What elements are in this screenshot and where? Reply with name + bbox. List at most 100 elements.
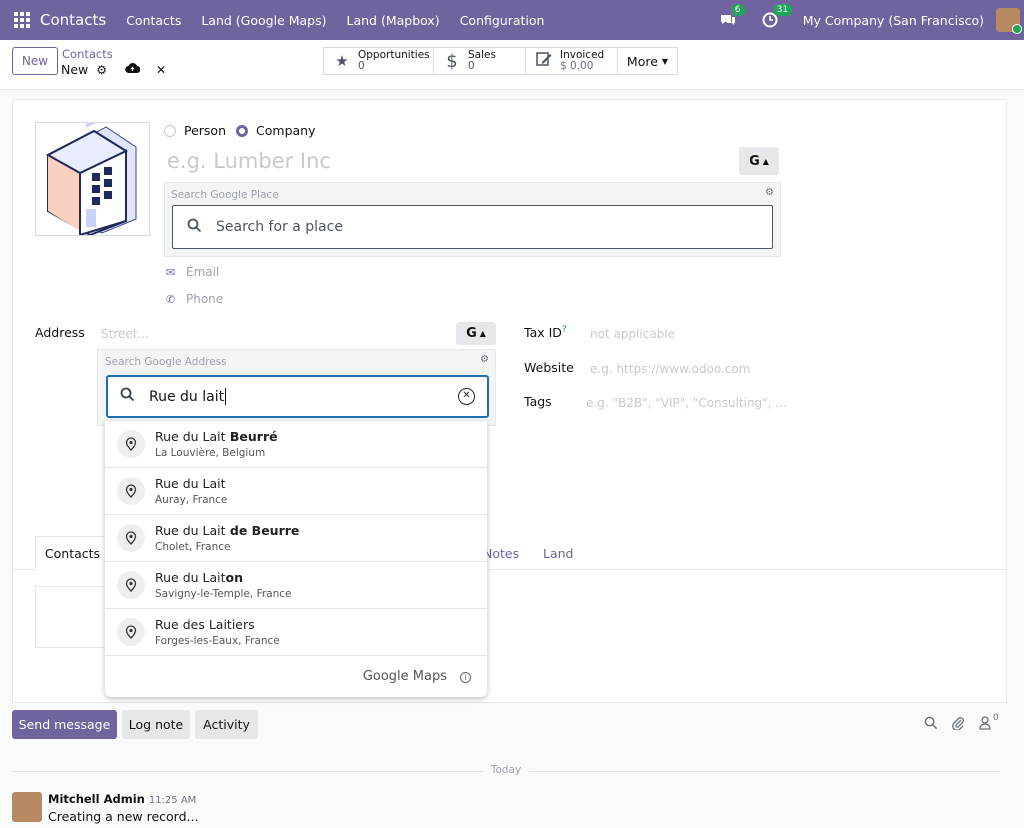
dollar-icon: $ xyxy=(446,50,458,72)
street-input[interactable]: Street... xyxy=(101,327,149,341)
company-image[interactable] xyxy=(35,104,150,237)
followers-count: 0 xyxy=(993,713,999,723)
tax-id-input[interactable]: not applicable xyxy=(590,327,675,341)
chat-icon[interactable]: 6 xyxy=(719,4,745,29)
location-pin-icon xyxy=(117,618,145,646)
person-radio[interactable] xyxy=(164,124,176,137)
send-message-button[interactable]: Send message xyxy=(12,710,117,739)
date-separator-label: Today xyxy=(483,764,529,776)
menu-land-mapbox[interactable]: Land (Mapbox) xyxy=(347,13,440,28)
google-g-icon: G xyxy=(466,326,477,341)
more-label: More xyxy=(626,53,658,69)
place-search-input[interactable]: Search for a place xyxy=(172,205,773,249)
suggestion-sub: Auray, France xyxy=(155,494,228,506)
address-search-label: Search Google Address xyxy=(105,356,227,368)
log-note-button[interactable]: Log note xyxy=(122,710,190,739)
info-icon[interactable]: i xyxy=(460,672,471,683)
sales-smart-button[interactable]: $ Sales 0 xyxy=(433,47,526,75)
apps-grid-icon[interactable] xyxy=(14,12,30,28)
email-placeholder: Email xyxy=(186,265,220,279)
suggestion-match: Rue du Lait xyxy=(155,570,226,585)
suggestion-item[interactable]: Rue du Laiton Savigny-le-Temple, France xyxy=(105,562,487,609)
person-label[interactable]: Person xyxy=(184,123,226,138)
chevron-up-icon: ▲ xyxy=(762,156,769,166)
suggestion-match: Rue des Laitiers xyxy=(155,617,255,632)
tab-land[interactable]: Land xyxy=(543,536,573,570)
place-placeholder: Search for a place xyxy=(216,219,343,235)
menu-land-google-maps[interactable]: Land (Google Maps) xyxy=(201,13,326,28)
breadcrumb: New ⚙ ✕ xyxy=(61,62,166,77)
search-icon xyxy=(120,387,135,406)
new-button[interactable]: New xyxy=(12,47,58,75)
invoiced-smart-button[interactable]: Invoiced $ 0.00 xyxy=(525,47,618,75)
suggestion-item[interactable]: Rue du Lait de Beurre Cholet, France xyxy=(105,515,487,562)
app-brand[interactable]: Contacts xyxy=(40,11,106,29)
opportunities-smart-button[interactable]: ★ Opportunities 0 xyxy=(323,47,434,75)
website-input[interactable]: e.g. https://www.odoo.com xyxy=(590,362,751,376)
chevron-up-icon: ▲ xyxy=(479,329,486,338)
google-g-icon: G xyxy=(749,153,760,169)
suggestion-item[interactable]: Rue du Lait Auray, France xyxy=(105,468,487,515)
author-avatar[interactable] xyxy=(12,792,42,822)
tab-notes[interactable]: Notes xyxy=(483,536,519,570)
activity-button[interactable]: Activity xyxy=(195,710,258,739)
chat-badge: 6 xyxy=(730,4,745,16)
location-pin-icon xyxy=(117,524,145,552)
phone-field[interactable]: ✆ Phone xyxy=(166,292,223,306)
user-avatar[interactable] xyxy=(996,8,1022,34)
paperclip-icon[interactable] xyxy=(951,716,965,734)
activity-clock-icon[interactable]: 31 xyxy=(761,4,793,29)
location-pin-icon xyxy=(117,477,145,505)
address-query-value: Rue du lait xyxy=(149,388,225,405)
email-field[interactable]: ✉ Email xyxy=(166,265,219,279)
followers-user-icon[interactable] xyxy=(979,716,991,734)
cloud-save-icon[interactable] xyxy=(125,62,141,77)
activity-badge: 31 xyxy=(772,4,793,16)
breadcrumb-current: New xyxy=(61,62,89,77)
phone-placeholder: Phone xyxy=(186,292,224,306)
contacts-tab-content xyxy=(35,586,115,648)
suggestion-rest: de Beurre xyxy=(225,523,300,538)
caret-down-icon: ▼ xyxy=(661,56,669,66)
google-place-toggle-button[interactable]: G ▲ xyxy=(739,147,779,175)
company-label[interactable]: Company xyxy=(256,123,315,138)
tags-label: Tags xyxy=(524,394,552,409)
more-dropdown-button[interactable]: More ▼ xyxy=(617,47,678,75)
help-tooltip-icon[interactable]: ? xyxy=(562,325,567,335)
tax-id-label: Tax ID? xyxy=(524,325,567,340)
suggestion-sub: Cholet, France xyxy=(155,541,231,553)
menu-contacts[interactable]: Contacts xyxy=(126,13,181,28)
company-name-input[interactable]: e.g. Lumber Inc xyxy=(167,149,331,173)
tab-contacts[interactable]: Contacts xyxy=(35,536,110,570)
suggestion-item[interactable]: Rue des Laitiers Forges-les-Eaux, France xyxy=(105,609,487,656)
address-suggestions-dropdown: Rue du Lait Beurré La Louvière, Belgium … xyxy=(105,421,487,697)
menu-configuration[interactable]: Configuration xyxy=(460,13,545,28)
message-body: Creating a new record... xyxy=(48,809,199,824)
smart-value: 0 xyxy=(468,60,475,72)
suggestion-rest: Beurré xyxy=(225,429,278,444)
gear-icon[interactable]: ⚙ xyxy=(765,187,774,198)
smart-label: Opportunities xyxy=(358,49,430,61)
clear-icon[interactable]: ✕ xyxy=(458,388,475,405)
control-panel: New Contacts New ⚙ ✕ ★ Opportunities 0 $… xyxy=(0,40,1024,90)
gear-icon[interactable]: ⚙ xyxy=(480,354,489,365)
search-icon[interactable] xyxy=(924,716,938,734)
suggestion-match: Rue du Lait xyxy=(155,429,226,444)
discard-icon[interactable]: ✕ xyxy=(156,63,166,77)
company-radio[interactable] xyxy=(236,124,249,137)
breadcrumb-parent[interactable]: Contacts xyxy=(62,47,113,61)
address-search-input[interactable]: Rue du lait ✕ xyxy=(106,375,489,418)
suggestion-item[interactable]: Rue du Lait Beurré La Louvière, Belgium xyxy=(105,421,487,468)
company-switcher[interactable]: My Company (San Francisco) xyxy=(803,13,984,28)
gear-icon[interactable]: ⚙ xyxy=(96,63,107,77)
location-pin-icon xyxy=(117,430,145,458)
top-navbar: Contacts Contacts Land (Google Maps) Lan… xyxy=(0,0,1024,40)
search-icon xyxy=(187,218,202,237)
tags-input[interactable]: e.g. "B2B", "VIP", "Consulting", ... xyxy=(586,396,787,410)
suggestion-sub: Savigny-le-Temple, France xyxy=(155,588,292,600)
suggestion-match: Rue du Lait xyxy=(155,476,226,491)
place-search-label: Search Google Place xyxy=(171,189,279,201)
text-caret xyxy=(225,388,227,405)
google-address-toggle-button[interactable]: G ▲ xyxy=(456,322,496,345)
invoice-edit-icon xyxy=(534,51,554,71)
